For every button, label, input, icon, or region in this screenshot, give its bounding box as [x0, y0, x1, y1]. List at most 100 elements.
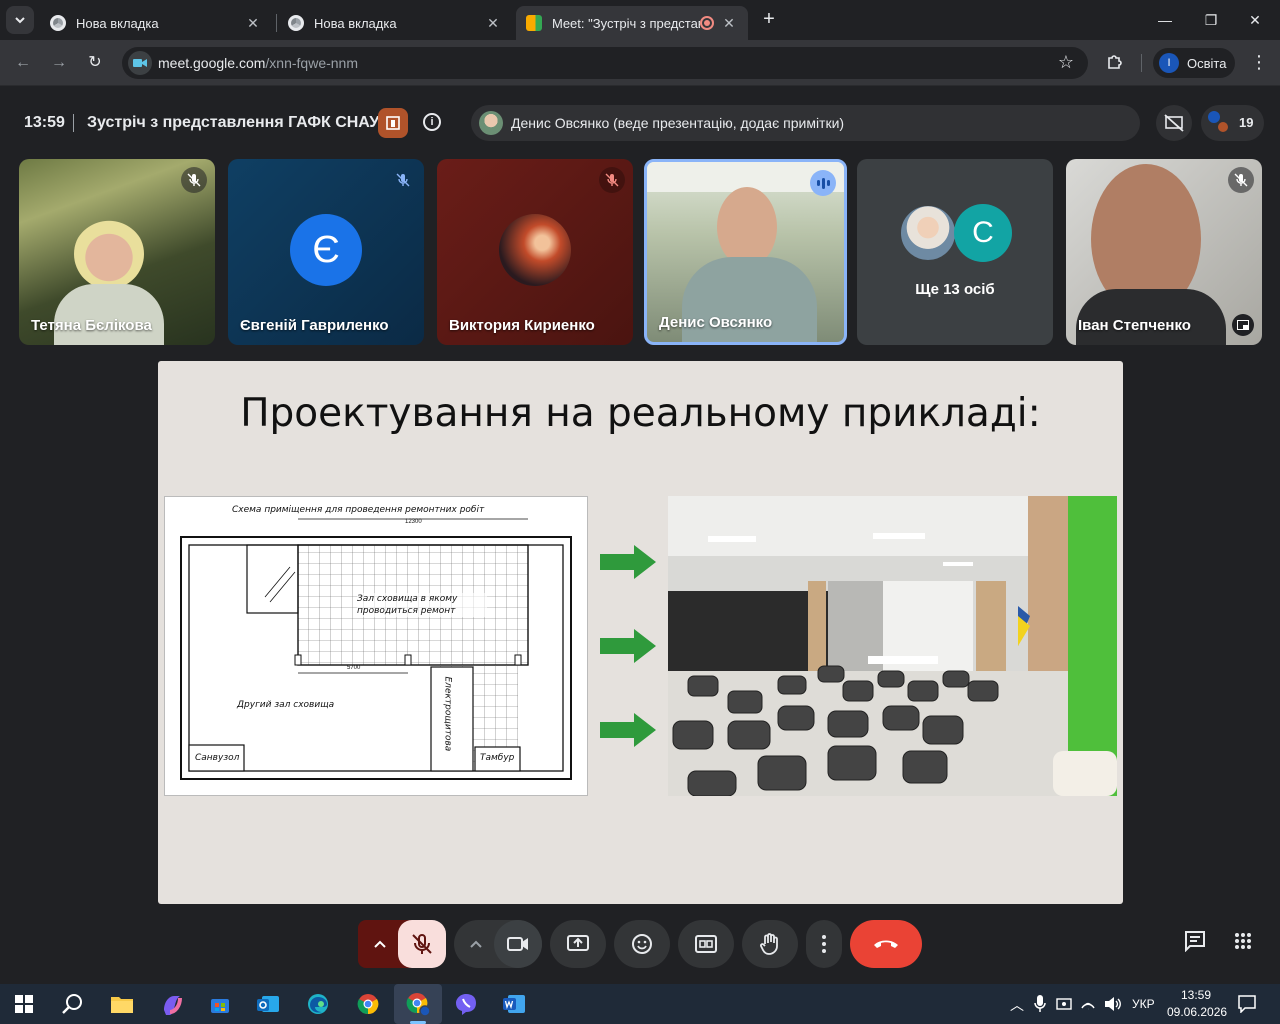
browser-toolbar: ← → ↻ meet.google.com/xnn-fqwe-nnm ☆ І О…: [0, 40, 1280, 86]
microphone-tray-icon[interactable]: [1034, 995, 1046, 1018]
tab-title: Нова вкладка: [76, 15, 159, 31]
presenter-banner[interactable]: Денис Овсянко (веде презентацію, додає п…: [471, 105, 1140, 141]
url-path: /xnn-fqwe-nnm: [265, 55, 358, 71]
captions-button[interactable]: [678, 920, 734, 968]
back-button[interactable]: ←: [12, 52, 34, 74]
more-options-button[interactable]: [806, 920, 842, 968]
participant-tile[interactable]: Виктория Кириенко: [437, 159, 633, 345]
present-screen-icon: [567, 935, 589, 951]
raise-hand-button[interactable]: [742, 920, 798, 968]
bookmark-star-icon[interactable]: ☆: [1058, 52, 1074, 73]
network-tray-icon[interactable]: [1080, 996, 1096, 1017]
chrome-icon: [288, 15, 304, 31]
reactions-button[interactable]: [614, 920, 670, 968]
participant-video: [682, 257, 817, 342]
chrome-profile-taskbar-icon[interactable]: [402, 988, 434, 1020]
outlook-icon[interactable]: [252, 988, 284, 1020]
meet-now-tray-icon[interactable]: [1056, 996, 1072, 1017]
minimize-button[interactable]: —: [1150, 8, 1180, 32]
windows-logo-icon: [15, 995, 33, 1013]
microsoft-store-icon[interactable]: [204, 988, 236, 1020]
start-button[interactable]: [8, 988, 40, 1020]
new-tab-button[interactable]: +: [758, 8, 780, 30]
tab-title: Meet: "Зустріч з представл: [552, 15, 700, 31]
tab-separator: [276, 14, 277, 32]
tab-title: Нова вкладка: [314, 15, 397, 31]
chevron-down-icon: [15, 17, 25, 24]
present-screen-button[interactable]: [550, 920, 606, 968]
taskbar-date[interactable]: 09.06.2026: [1167, 1005, 1227, 1019]
taskbar-time[interactable]: 13:59: [1181, 988, 1211, 1002]
url-text: meet.google.com/xnn-fqwe-nnm: [158, 55, 358, 71]
meet-icon: [526, 15, 542, 31]
notifications-icon[interactable]: [1238, 995, 1256, 1018]
window-close-button[interactable]: ✕: [1240, 8, 1270, 32]
picture-in-picture-icon[interactable]: [1232, 314, 1254, 336]
camera-toggle-button[interactable]: [494, 920, 542, 968]
camera-options-button[interactable]: [454, 920, 498, 968]
arrow-right-icon: [600, 713, 656, 747]
floor-plan-image: Схема приміщення для проведення ремонтни…: [164, 496, 588, 796]
reload-button[interactable]: ↻: [84, 52, 106, 74]
screen: Нова вкладка ✕ Нова вкладка ✕ Meet: "Зус…: [0, 0, 1280, 1024]
extensions-icon[interactable]: [1105, 52, 1125, 72]
volume-tray-icon[interactable]: [1104, 996, 1122, 1017]
plan-dim-top: 12300: [405, 519, 422, 525]
word-icon[interactable]: [498, 988, 530, 1020]
mic-options-button[interactable]: [358, 920, 402, 968]
participant-tile[interactable]: Тетяна Бєлікова: [19, 159, 215, 345]
profile-button[interactable]: І Освіта: [1153, 48, 1235, 78]
browser-menu-icon[interactable]: ⋮: [1250, 52, 1268, 73]
close-icon[interactable]: ✕: [484, 15, 502, 32]
camera-group: [454, 920, 542, 968]
info-icon[interactable]: i: [423, 113, 441, 131]
avatar: [499, 214, 571, 286]
file-explorer-icon[interactable]: [106, 988, 138, 1020]
mic-off-icon: [181, 167, 207, 193]
more-vert-icon: [822, 935, 826, 953]
participant-tile[interactable]: Є Євгеній Гавриленко: [228, 159, 424, 345]
meeting-title: Зустріч з представлення ГАФК СНАУ: [87, 114, 380, 131]
more-participants-tile[interactable]: С Ще 13 осіб: [857, 159, 1053, 345]
emoji-icon: [632, 934, 652, 954]
tab-search-button[interactable]: [6, 6, 34, 34]
profile-label: Освіта: [1187, 55, 1227, 71]
hide-presentation-button[interactable]: [1156, 105, 1192, 141]
slide-title: Проектування на реальному прикладі:: [240, 391, 1041, 436]
chrome-taskbar-icon[interactable]: [352, 988, 384, 1020]
forward-button[interactable]: →: [48, 52, 70, 74]
camera-site-icon[interactable]: [128, 51, 152, 75]
header-divider: [73, 114, 74, 132]
close-icon[interactable]: ✕: [720, 15, 738, 32]
chat-icon[interactable]: [1184, 930, 1208, 954]
copilot-icon[interactable]: [156, 988, 188, 1020]
activities-grid-icon[interactable]: [1234, 932, 1256, 954]
captions-icon: [695, 935, 717, 953]
input-language[interactable]: УКР: [1132, 997, 1155, 1011]
participant-name: Денис Овсянко: [659, 314, 773, 331]
edge-icon[interactable]: [302, 988, 334, 1020]
people-button[interactable]: 19: [1201, 105, 1264, 141]
participant-tile[interactable]: Іван Степченко: [1066, 159, 1262, 345]
chrome-icon: [50, 15, 66, 31]
tray-overflow-icon[interactable]: ︿: [1010, 995, 1024, 1015]
search-button[interactable]: [56, 988, 88, 1020]
address-bar[interactable]: meet.google.com/xnn-fqwe-nnm ☆: [122, 47, 1088, 79]
browser-tab-3-active[interactable]: Meet: "Зустріч з представл ✕: [516, 6, 748, 40]
arrow-right-icon: [600, 545, 656, 579]
end-call-icon: [874, 940, 898, 948]
meeting-info-badge[interactable]: [378, 108, 408, 138]
viber-icon[interactable]: [450, 988, 482, 1020]
restore-button[interactable]: ❐: [1196, 8, 1226, 32]
close-icon[interactable]: ✕: [244, 15, 262, 32]
mic-toggle-button[interactable]: [398, 920, 446, 968]
recording-icon: [700, 16, 714, 30]
avatar: Є: [290, 214, 362, 286]
participant-video: [54, 284, 164, 345]
plan-hall-label: Зал сховища в якому проводиться ремонт: [357, 593, 487, 617]
plan-second-hall-label: Другий зал сховища: [237, 700, 335, 710]
participant-tile-active-speaker[interactable]: Денис Овсянко: [644, 159, 847, 345]
leave-call-button[interactable]: [850, 920, 922, 968]
browser-tab-2[interactable]: Нова вкладка ✕: [278, 6, 512, 40]
browser-tab-1[interactable]: Нова вкладка ✕: [40, 6, 272, 40]
